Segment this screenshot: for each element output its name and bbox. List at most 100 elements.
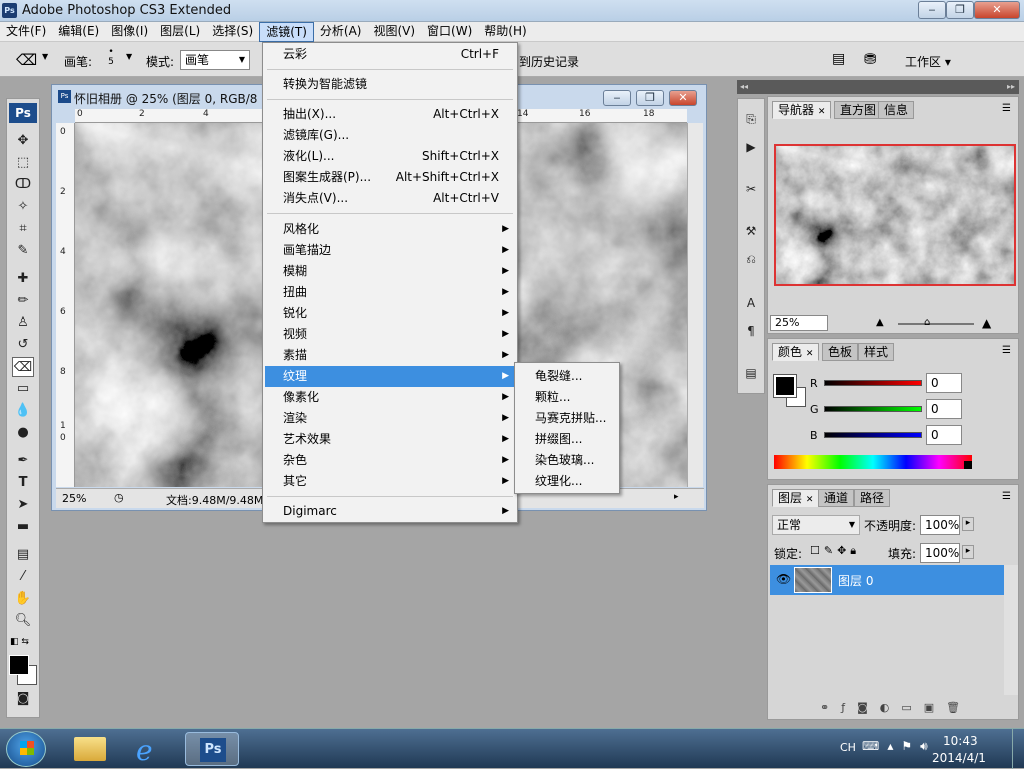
menu-filter[interactable]: 滤镜(T) <box>259 22 314 42</box>
menu-item-video[interactable]: 视频 ▶ <box>265 324 515 345</box>
channel-r-input[interactable]: 0 <box>926 373 962 393</box>
panel-menu-icon[interactable]: ☰ <box>1002 491 1011 502</box>
submenu-item-patchwork[interactable]: 拼缀图... <box>517 429 617 450</box>
menu-item-noise[interactable]: 杂色 ▶ <box>265 450 515 471</box>
clock-time[interactable]: 10:43 <box>943 734 978 748</box>
menu-item-blur[interactable]: 模糊 ▶ <box>265 261 515 282</box>
menu-item-clouds[interactable]: 云彩 Ctrl+F <box>265 44 515 65</box>
opacity-input[interactable]: 100% <box>920 515 960 535</box>
fill-input[interactable]: 100% <box>920 543 960 563</box>
doc-zoom-value[interactable]: 25% <box>62 492 86 505</box>
menu-item-vanishing-point[interactable]: 消失点(V)... Alt+Ctrl+V <box>265 188 515 209</box>
close-tab-icon[interactable]: ✕ <box>818 107 826 117</box>
maximize-button[interactable]: ❐ <box>946 1 974 19</box>
default-colors-icon[interactable]: ◧ ⇆ <box>10 637 29 647</box>
crop-tool-icon[interactable]: ⌗ <box>12 219 34 239</box>
photoshop-taskbar-button[interactable]: Ps <box>185 732 239 766</box>
blend-mode-select[interactable]: 正常 ▼ <box>772 515 860 535</box>
channel-r-slider[interactable] <box>824 380 922 386</box>
blur-tool-icon[interactable]: 💧 <box>12 401 34 421</box>
path-select-tool-icon[interactable]: ➤ <box>12 495 34 515</box>
panel-menu-icon[interactable]: ☰ <box>1002 345 1011 356</box>
paragraph-panel-icon[interactable]: ¶ <box>741 321 761 341</box>
tab-layers[interactable]: 图层 ✕ <box>772 489 820 507</box>
layer-row-selected[interactable]: 👁︎ 图层 0 <box>770 565 1004 595</box>
menu-item-brush-strokes[interactable]: 画笔描边 ▶ <box>265 240 515 261</box>
scroll-right-icon[interactable]: ▸ <box>674 492 679 502</box>
tab-histogram[interactable]: 直方图 <box>834 101 883 119</box>
menu-help[interactable]: 帮助(H) <box>478 22 532 42</box>
menu-item-stylize[interactable]: 风格化 ▶ <box>265 219 515 240</box>
clock-date[interactable]: 2014/4/1 <box>932 751 986 765</box>
menu-view[interactable]: 视图(V) <box>367 22 421 42</box>
move-tool-icon[interactable]: ✥ <box>12 131 34 151</box>
menu-image[interactable]: 图像(I) <box>105 22 154 42</box>
brush-tool-icon[interactable]: ✏ <box>12 291 34 311</box>
menu-item-pixelate[interactable]: 像素化 ▶ <box>265 387 515 408</box>
channel-g-slider[interactable] <box>824 406 922 412</box>
eyedropper-tool-icon[interactable]: ⁄ <box>12 567 34 587</box>
fill-arrow-icon[interactable]: ▸ <box>962 545 974 559</box>
tab-navigator[interactable]: 导航器 ✕ <box>772 101 832 119</box>
tray-icons[interactable]: ⌨▴⚑🔊︎ <box>862 739 936 754</box>
character-panel-icon[interactable]: A <box>741 293 761 313</box>
clone-source-panel-icon[interactable]: ⎌ <box>741 249 761 269</box>
palette-well-icon[interactable]: ▤ <box>832 51 845 67</box>
quick-mask-icon[interactable]: ◙ <box>12 689 34 709</box>
marquee-tool-icon[interactable]: ⬚ <box>12 153 34 173</box>
visibility-eye-icon[interactable]: 👁︎ <box>776 572 791 586</box>
menu-item-digimarc[interactable]: Digimarc ▶ <box>265 501 515 522</box>
bridge-icon[interactable]: ⛃ <box>864 50 877 68</box>
submenu-item-stained-glass[interactable]: 染色玻璃... <box>517 450 617 471</box>
menu-item-distort[interactable]: 扭曲 ▶ <box>265 282 515 303</box>
menu-item-other[interactable]: 其它 ▶ <box>265 471 515 492</box>
ps-badge-icon[interactable]: Ps <box>9 103 37 123</box>
submenu-item-mosaic-tiles[interactable]: 马赛克拼贴... <box>517 408 617 429</box>
channel-b-slider[interactable] <box>824 432 922 438</box>
explorer-taskbar-button[interactable] <box>64 732 118 766</box>
tool-presets-panel-icon[interactable]: ✂ <box>741 179 761 199</box>
menu-item-filter-gallery[interactable]: 滤镜库(G)... <box>265 125 515 146</box>
close-button[interactable]: ✕ <box>974 1 1020 19</box>
history-brush-icon[interactable]: ↺ <box>12 335 34 355</box>
menu-item-sharpen[interactable]: 锐化 ▶ <box>265 303 515 324</box>
zoom-in-icon[interactable]: ▲ <box>982 316 991 330</box>
doc-close-button[interactable]: ✕ <box>669 90 697 106</box>
dock-top-bar[interactable]: ▸▸ <box>767 80 1019 94</box>
tab-styles[interactable]: 样式 <box>858 343 895 361</box>
menu-item-convert-smart-filters[interactable]: 转换为智能滤镜 <box>265 74 515 95</box>
navigator-zoom-input[interactable]: 25% <box>770 315 828 331</box>
tab-channels[interactable]: 通道 <box>818 489 855 507</box>
notes-tool-icon[interactable]: ▤ <box>12 545 34 565</box>
dodge-tool-icon[interactable]: ● <box>12 423 34 443</box>
start-button[interactable] <box>6 731 46 767</box>
tab-swatches[interactable]: 色板 <box>822 343 859 361</box>
doc-minimize-button[interactable]: ‒ <box>603 90 631 106</box>
zoom-out-icon[interactable]: ▲ <box>876 317 884 328</box>
zoom-slider-thumb[interactable]: ⌂ <box>924 317 930 328</box>
status-info-icon[interactable]: ◷ <box>114 491 124 504</box>
menu-edit[interactable]: 编辑(E) <box>52 22 105 42</box>
zoom-tool-icon[interactable]: 🔍︎ <box>12 611 34 631</box>
eraser-tool-icon[interactable]: ⌫ <box>16 51 37 69</box>
workspace-button[interactable]: 工作区 ▾ <box>905 53 951 70</box>
vertical-scrollbar[interactable] <box>687 123 703 487</box>
menu-item-pattern-maker[interactable]: 图案生成器(P)... Alt+Shift+Ctrl+X <box>265 167 515 188</box>
dock-collapse-bar[interactable]: ◂◂ <box>737 80 767 94</box>
clone-stamp-icon[interactable]: ♙ <box>12 313 34 333</box>
submenu-item-texturizer[interactable]: 纹理化... <box>517 471 617 492</box>
navigator-thumbnail[interactable] <box>774 144 1016 286</box>
channel-b-input[interactable]: 0 <box>926 425 962 445</box>
opacity-arrow-icon[interactable]: ▸ <box>962 517 974 531</box>
hand-tool-icon[interactable]: ✋ <box>12 589 34 609</box>
menu-item-texture-highlighted[interactable]: 纹理 ▶ <box>265 366 515 387</box>
healing-brush-icon[interactable]: ✚ <box>12 269 34 289</box>
minimize-button[interactable]: ‒ <box>918 1 946 19</box>
eraser-tool-selected-icon[interactable]: ⌫ <box>12 357 34 377</box>
lock-options-icons[interactable]: ☐✎✥🔒︎ <box>810 544 860 558</box>
menu-select[interactable]: 选择(S) <box>206 22 259 42</box>
doc-maximize-button[interactable]: ❐ <box>636 90 664 106</box>
input-language[interactable]: CH <box>840 741 856 754</box>
menu-window[interactable]: 窗口(W) <box>421 22 478 42</box>
magic-wand-tool-icon[interactable]: ✧ <box>12 197 34 217</box>
